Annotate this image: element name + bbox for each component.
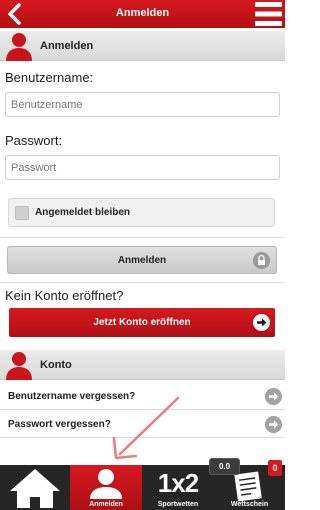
login-button[interactable]: Anmelden — [7, 246, 277, 274]
tab-sports-betting[interactable]: 1x2 Sportwetten — [142, 465, 214, 510]
forgot-password-label: Passwort vergessen? — [8, 419, 111, 430]
login-section-title: Anmelden — [40, 40, 94, 52]
divider — [0, 237, 285, 238]
tab-login[interactable]: Anmelden — [70, 465, 142, 510]
open-account-button[interactable]: Jetzt Konto eröffnen — [9, 308, 275, 337]
remember-me-label: Angemeldet bleiben — [35, 207, 131, 218]
user-avatar-icon — [6, 352, 32, 380]
login-button-label: Anmelden — [117, 255, 167, 266]
bet-count-badge: 0 — [268, 460, 282, 476]
password-label: Passwort: — [5, 133, 63, 148]
top-bar: Anmelden — [0, 0, 285, 28]
open-account-label: Jetzt Konto eröffnen — [93, 317, 191, 328]
tab-sports-betting-label: Sportwetten — [157, 501, 199, 508]
bottom-tab-bar: Anmelden 1x2 Sportwetten Wettschein — [0, 465, 285, 510]
no-account-prompt: Kein Konto eröffnet? — [5, 288, 124, 303]
username-label: Benutzername: — [5, 70, 94, 85]
divider — [0, 282, 285, 283]
password-input[interactable] — [5, 155, 280, 180]
bet-amount-badge: 0.0 — [209, 458, 240, 475]
hamburger-menu-icon[interactable] — [255, 1, 282, 27]
tab-home[interactable] — [0, 465, 70, 510]
arrow-right-icon — [265, 416, 282, 433]
account-section-title: Konto — [40, 359, 72, 371]
login-section-header: Anmelden — [0, 31, 285, 61]
arrow-right-icon — [265, 388, 282, 405]
username-input[interactable] — [5, 92, 280, 117]
home-icon — [10, 469, 60, 508]
tab-bet-slip-label: Wettschein — [230, 501, 269, 508]
odds-1x2-icon: 1x2 — [157, 468, 199, 498]
remember-me-checkbox[interactable] — [15, 206, 29, 220]
page-title: Anmelden — [115, 7, 170, 19]
arrow-right-icon — [253, 314, 270, 331]
pointer-arrow-icon — [112, 396, 180, 460]
tab-login-label: Anmelden — [89, 501, 123, 508]
lock-icon — [253, 252, 270, 269]
remember-me-toggle[interactable]: Angemeldet bleiben — [8, 198, 275, 227]
account-section-header: Konto — [0, 350, 285, 380]
user-avatar-icon — [6, 33, 32, 61]
